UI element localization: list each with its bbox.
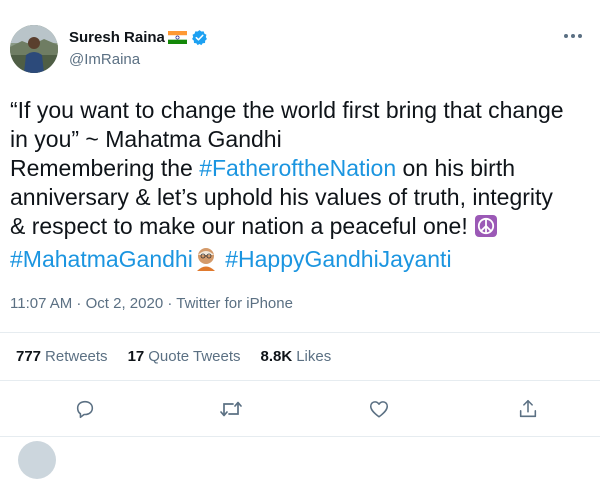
- tweet-text-line: Remembering the #FatheroftheNation on hi…: [10, 154, 600, 183]
- tweet-stats: 777 Retweets 17 Quote Tweets 8.8K Likes: [16, 348, 351, 365]
- tweet-date[interactable]: Oct 2, 2020: [86, 295, 164, 312]
- divider: [0, 380, 600, 381]
- tweet-meta: 11:07 AM · Oct 2, 2020 · Twitter for iPh…: [10, 295, 293, 312]
- author-avatar[interactable]: [10, 25, 58, 73]
- india-flag-icon: [167, 31, 187, 44]
- heart-icon[interactable]: [362, 392, 396, 426]
- tweet-header: Suresh Raina @ImRaina: [10, 20, 582, 76]
- tweet-text-segment: Remembering the: [10, 155, 200, 181]
- tweet-text-line: & respect to make our nation a peaceful …: [10, 212, 600, 245]
- hashtag-happy-gandhi-jayanti[interactable]: #HappyGandhiJayanti: [225, 246, 451, 272]
- likes-count: 8.8K: [260, 348, 293, 365]
- tweet-text-line: “If you want to change the world first b…: [10, 97, 564, 123]
- retweets-stat[interactable]: 777 Retweets: [16, 348, 108, 365]
- meta-separator: ·: [72, 295, 86, 312]
- quote-tweets-stat[interactable]: 17 Quote Tweets: [128, 348, 241, 365]
- likes-stat[interactable]: 8.8K Likes: [261, 348, 332, 365]
- tweet-text-segment: on his birth: [396, 155, 516, 181]
- tweet-source[interactable]: Twitter for iPhone: [176, 295, 293, 312]
- verified-badge-icon: [191, 29, 208, 46]
- retweets-label: Retweets: [45, 348, 108, 365]
- quote-tweets-label: Quote Tweets: [148, 348, 241, 365]
- more-options-icon[interactable]: [556, 26, 590, 46]
- hashtag-mahatma-gandhi[interactable]: #MahatmaGandhi: [10, 246, 193, 272]
- gandhi-emoji-icon: [193, 245, 219, 278]
- divider: [0, 436, 600, 437]
- tweet-text-line: in you” ~ Mahatma Gandhi: [10, 126, 282, 152]
- retweet-icon[interactable]: [214, 392, 248, 426]
- quote-tweets-count: 17: [127, 348, 145, 365]
- divider: [0, 332, 600, 333]
- meta-separator: ·: [163, 295, 177, 312]
- author-handle[interactable]: @ImRaina: [69, 51, 140, 68]
- tweet-text-segment: & respect to make our nation a peaceful …: [10, 213, 475, 239]
- retweets-count: 777: [16, 348, 42, 365]
- reply-icon[interactable]: [68, 392, 102, 426]
- hashtag-father-of-the-nation[interactable]: #FatheroftheNation: [199, 155, 396, 181]
- tweet-text: “If you want to change the world first b…: [10, 96, 600, 278]
- tweet-text-line: #MahatmaGandhi #HappyGandhiJayanti: [10, 245, 600, 278]
- author-name-row: Suresh Raina: [69, 29, 208, 46]
- peace-symbol-icon: [474, 214, 498, 245]
- tweet-card: Suresh Raina @ImRaina “If you want to ch…: [0, 0, 600, 479]
- next-tweet-avatar: [18, 441, 56, 479]
- share-icon[interactable]: [511, 392, 545, 426]
- tweet-text-line: anniversary & let’s uphold his values of…: [10, 184, 553, 210]
- likes-label: Likes: [296, 348, 332, 365]
- author-name[interactable]: Suresh Raina: [69, 29, 165, 46]
- tweet-actions: [0, 392, 600, 426]
- tweet-time[interactable]: 11:07 AM: [10, 295, 72, 312]
